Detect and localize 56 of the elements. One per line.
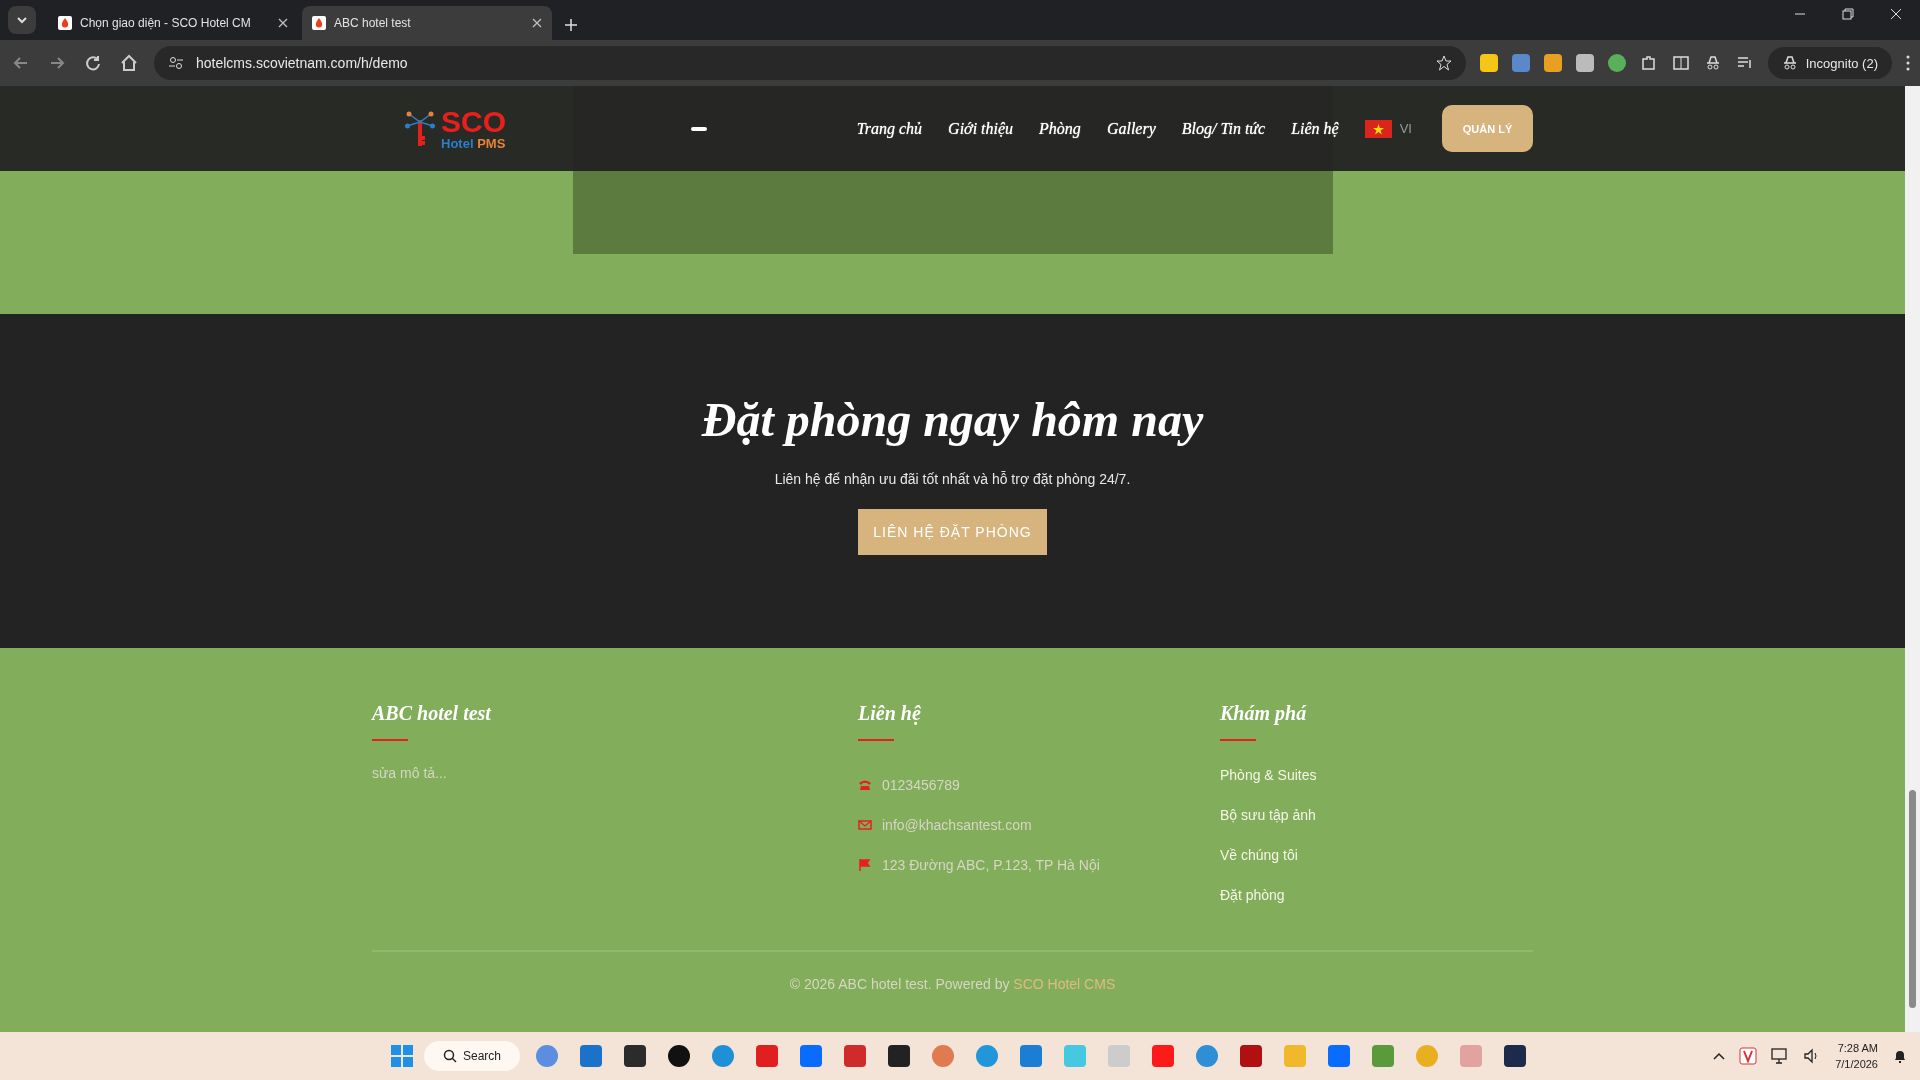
contact-info: 123 Đường ABC, P.123, TP Hà Nội: [882, 857, 1100, 873]
menu-icon[interactable]: [1906, 55, 1910, 71]
cta-text: Liên hệ để nhận ưu đãi tốt nhất và hỗ trợ đặt phòng 24/7.: [774, 471, 1131, 487]
phone-icon: [858, 778, 872, 792]
restore-icon[interactable]: [1842, 8, 1854, 20]
footer-heading: Liên hệ: [858, 702, 922, 725]
flag-icon: [858, 858, 872, 872]
bell-icon[interactable]: [1892, 1048, 1908, 1064]
app-icon[interactable]: [887, 1044, 911, 1068]
incognito-icon: [1781, 55, 1798, 71]
envelope-icon: [858, 818, 872, 832]
scrollbar[interactable]: [1905, 86, 1920, 1032]
plus-icon[interactable]: [564, 18, 578, 32]
cta-heading: Đặt phòng ngay hôm nay: [701, 392, 1204, 447]
logo-text[interactable]: SCO Hotel PMS: [441, 107, 506, 150]
extension-icon[interactable]: [1511, 54, 1530, 72]
taskbar-search[interactable]: Search: [424, 1041, 520, 1071]
search-icon: [443, 1049, 457, 1063]
vietnam-flag-icon: [1364, 119, 1392, 138]
nav-link[interactable]: Liên hệ: [1291, 119, 1339, 138]
copyright-text: © 2026 ABC hotel test. Powered by SCO Hotel CMS: [789, 976, 1116, 992]
address-bar[interactable]: hotelcms.scovietnam.com/h/demo: [154, 46, 1466, 80]
language-selector[interactable]: VI: [1364, 119, 1412, 138]
chevron-up-icon[interactable]: [1713, 1052, 1726, 1060]
nav-link[interactable]: Giới thiệu: [948, 119, 1014, 138]
nav-link[interactable]: Phòng: [1039, 119, 1081, 138]
nav-link[interactable]: Gallery: [1106, 119, 1156, 138]
menu-bar-icon[interactable]: [691, 126, 707, 131]
nav-link[interactable]: Blog/ Tin tức: [1181, 119, 1266, 138]
app-icon[interactable]: [623, 1044, 647, 1068]
key-network-icon: [405, 109, 435, 148]
close-icon[interactable]: [532, 18, 542, 28]
star-icon[interactable]: [1435, 55, 1452, 71]
contact-info: 0123456789: [882, 777, 960, 793]
browser-tab[interactable]: Chọn giao diện - SCO Hotel CM: [48, 6, 298, 40]
close-icon[interactable]: [278, 18, 288, 28]
extension-icon[interactable]: [1479, 54, 1498, 72]
reading-mode-icon[interactable]: [1671, 54, 1690, 72]
close-icon[interactable]: [1890, 8, 1902, 20]
footer-heading: ABC hotel test: [372, 702, 493, 725]
hotel-description: sửa mô tả...: [372, 765, 448, 781]
windows-logo-icon[interactable]: [390, 1044, 414, 1068]
app-icon[interactable]: [667, 1044, 691, 1068]
extension-icon[interactable]: [1607, 54, 1626, 72]
incognito-profile-button[interactable]: Incognito (2): [1767, 47, 1892, 79]
nav-link[interactable]: Trang chủ: [856, 119, 923, 138]
puzzle-icon[interactable]: [1639, 54, 1658, 72]
site-settings-icon[interactable]: [168, 55, 184, 71]
extension-icon[interactable]: [1543, 54, 1562, 72]
caret-icon: [17, 15, 27, 25]
footer-heading: Khám phá: [1220, 702, 1308, 725]
tab-list-button[interactable]: [8, 6, 36, 34]
app-icon[interactable]: [1503, 1044, 1527, 1068]
browser-tab[interactable]: ABC hotel test: [302, 6, 552, 40]
clock[interactable]: 7:28 AM 7/1/2026: [1835, 1040, 1878, 1072]
contact-info: info@khachsantest.com: [882, 817, 1032, 833]
